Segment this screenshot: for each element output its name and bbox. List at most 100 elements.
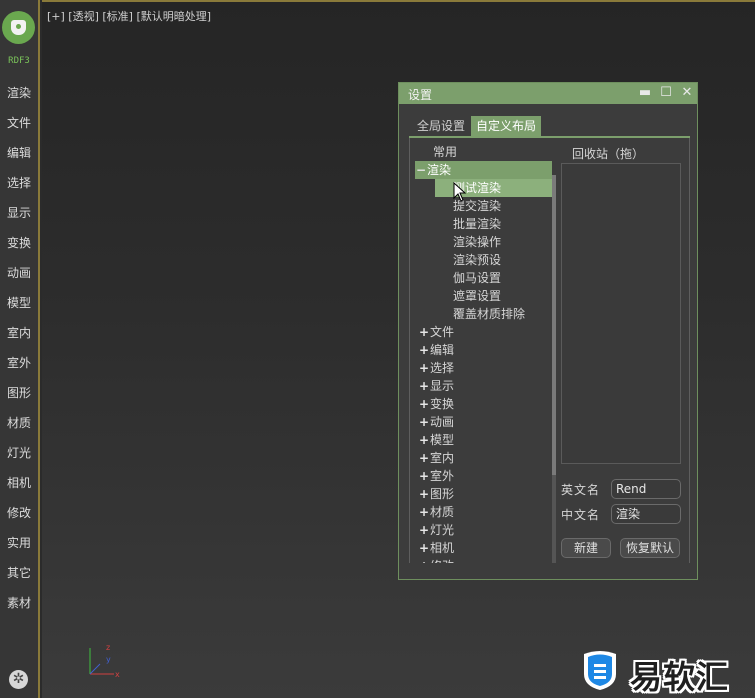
- brand-label: RDF3: [8, 56, 30, 66]
- sidebar-item-exterior[interactable]: 室外: [0, 354, 38, 371]
- axis-x-label: x: [115, 670, 120, 679]
- sidebar-item-file[interactable]: 文件: [0, 114, 38, 131]
- tree-item-collapsed[interactable]: +相机: [418, 539, 454, 557]
- tree-item-label: 动画: [430, 415, 455, 429]
- tab-custom-layout[interactable]: 自定义布局: [471, 116, 541, 136]
- tree-child[interactable]: 遮罩设置: [453, 287, 501, 305]
- recycle-bin-dropzone[interactable]: [561, 163, 681, 464]
- sidebar-item-model[interactable]: 模型: [0, 294, 38, 311]
- expand-icon[interactable]: +: [418, 359, 430, 377]
- watermark-logo-icon: [584, 651, 616, 690]
- tree-item-collapsed[interactable]: +室内: [418, 449, 454, 467]
- sidebar-item-utility[interactable]: 实用: [0, 534, 38, 551]
- minimize-icon[interactable]: ▬: [637, 84, 653, 102]
- app-logo-icon[interactable]: [2, 11, 35, 44]
- tree-item-render-expanded[interactable]: −渲染: [415, 161, 552, 179]
- axis-gizmo-icon: z y x: [89, 643, 120, 679]
- tree-item-collapsed[interactable]: +显示: [418, 377, 454, 395]
- watermark-text: 易软汇: [630, 658, 730, 696]
- sidebar-item-modify[interactable]: 修改: [0, 504, 38, 521]
- tree-child[interactable]: 覆盖材质排除: [453, 305, 525, 323]
- tree-child[interactable]: 渲染预设: [453, 251, 501, 269]
- tree-item-collapsed[interactable]: +文件: [418, 323, 454, 341]
- axis-z-label: z: [106, 643, 110, 652]
- expand-icon[interactable]: +: [418, 449, 430, 467]
- sidebar-item-shape[interactable]: 图形: [0, 384, 38, 401]
- tree-item-collapsed[interactable]: +变换: [418, 395, 454, 413]
- tree-item-label: 相机: [430, 541, 455, 555]
- sidebar-item-interior[interactable]: 室内: [0, 324, 38, 341]
- sidebar-item-edit[interactable]: 编辑: [0, 144, 38, 161]
- sidebar-item-animation[interactable]: 动画: [0, 264, 38, 281]
- layout-tree[interactable]: 常用 −渲染 测试渲染 提交渲染 批量渲染 渲染操作 渲染预设 伽马设置 遮罩设…: [415, 143, 552, 563]
- expand-icon[interactable]: +: [418, 413, 430, 431]
- tree-item-collapsed[interactable]: +图形: [418, 485, 454, 503]
- viewport-label[interactable]: [+] [透视] [标准] [默认明暗处理]: [47, 8, 211, 24]
- expand-icon[interactable]: +: [418, 521, 430, 539]
- dialog-titlebar[interactable]: 设置 ▬ ☐ ✕: [399, 83, 697, 104]
- gear-icon[interactable]: ✲: [9, 670, 28, 689]
- sidebar-item-assets[interactable]: 素材: [0, 594, 38, 611]
- tree-item-label: 文件: [430, 325, 455, 339]
- tree-item-label: 渲染: [427, 163, 452, 177]
- tree-item-collapsed[interactable]: +材质: [418, 503, 454, 521]
- tab-global-settings[interactable]: 全局设置: [412, 116, 470, 136]
- english-name-label: 英文名: [561, 483, 601, 497]
- tree-scrollbar-thumb[interactable]: [552, 175, 556, 475]
- tree-child[interactable]: 伽马设置: [453, 269, 501, 287]
- tree-child[interactable]: 批量渲染: [453, 215, 501, 233]
- english-name-field[interactable]: Rend: [611, 479, 681, 499]
- tree-item-label: 模型: [430, 433, 455, 447]
- maximize-icon[interactable]: ☐: [658, 84, 674, 102]
- expand-icon[interactable]: +: [418, 395, 430, 413]
- collapse-icon[interactable]: −: [415, 161, 427, 179]
- tree-item-collapsed[interactable]: +室外: [418, 467, 454, 485]
- expand-icon[interactable]: +: [418, 431, 430, 449]
- expand-icon[interactable]: +: [418, 539, 430, 557]
- chinese-name-field[interactable]: 渲染: [611, 504, 681, 524]
- chinese-name-label: 中文名: [561, 508, 601, 522]
- tree-item-label: 显示: [430, 379, 455, 393]
- sidebar-item-material[interactable]: 材质: [0, 414, 38, 431]
- tree-item-collapsed[interactable]: +选择: [418, 359, 454, 377]
- tree-item-label: 编辑: [430, 343, 455, 357]
- sidebar-item-render[interactable]: 渲染: [0, 84, 38, 101]
- expand-icon[interactable]: +: [418, 503, 430, 521]
- sidebar-item-transform[interactable]: 变换: [0, 234, 38, 251]
- sidebar-item-camera[interactable]: 相机: [0, 474, 38, 491]
- sidebar-item-light[interactable]: 灯光: [0, 444, 38, 461]
- new-button[interactable]: 新建: [561, 538, 611, 558]
- tree-item-collapsed[interactable]: +模型: [418, 431, 454, 449]
- expand-icon[interactable]: +: [418, 323, 430, 341]
- tree-item-label: 室外: [430, 469, 455, 483]
- tree-item-label: 选择: [430, 361, 455, 375]
- expand-icon[interactable]: +: [418, 485, 430, 503]
- axis-y-label: y: [106, 655, 111, 664]
- watermark: 易软汇: [580, 646, 750, 696]
- tree-item-collapsed[interactable]: +编辑: [418, 341, 454, 359]
- expand-icon[interactable]: +: [418, 377, 430, 395]
- sidebar-item-select[interactable]: 选择: [0, 174, 38, 191]
- left-sidebar: RDF3 渲染 文件 编辑 选择 显示 变换 动画 模型 室内 室外 图形 材质…: [0, 0, 40, 698]
- reset-default-button[interactable]: 恢复默认: [620, 538, 680, 558]
- tree-item-label: 变换: [430, 397, 455, 411]
- tree-item-collapsed[interactable]: +灯光: [418, 521, 454, 539]
- tree-item-label: 材质: [430, 505, 455, 519]
- expand-icon[interactable]: +: [418, 341, 430, 359]
- dialog-tabs: 全局设置 自定义布局: [409, 116, 689, 138]
- dialog-title: 设置: [408, 88, 433, 102]
- close-icon[interactable]: ✕: [679, 84, 695, 102]
- tree-item-label: 灯光: [430, 523, 455, 537]
- expand-icon[interactable]: +: [418, 467, 430, 485]
- mouse-cursor-icon: [453, 182, 467, 202]
- tree-item-collapsed[interactable]: +动画: [418, 413, 454, 431]
- tree-item-common[interactable]: 常用: [433, 143, 457, 161]
- tree-item-label: 室内: [430, 451, 455, 465]
- tree-child[interactable]: 渲染操作: [453, 233, 501, 251]
- sidebar-item-display[interactable]: 显示: [0, 204, 38, 221]
- tree-clip-mask: [399, 563, 695, 579]
- viewport-top-border: [42, 0, 755, 2]
- sidebar-item-other[interactable]: 其它: [0, 564, 38, 581]
- tree-item-label: 图形: [430, 487, 455, 501]
- recycle-bin-label: 回收站（拖）: [572, 147, 645, 161]
